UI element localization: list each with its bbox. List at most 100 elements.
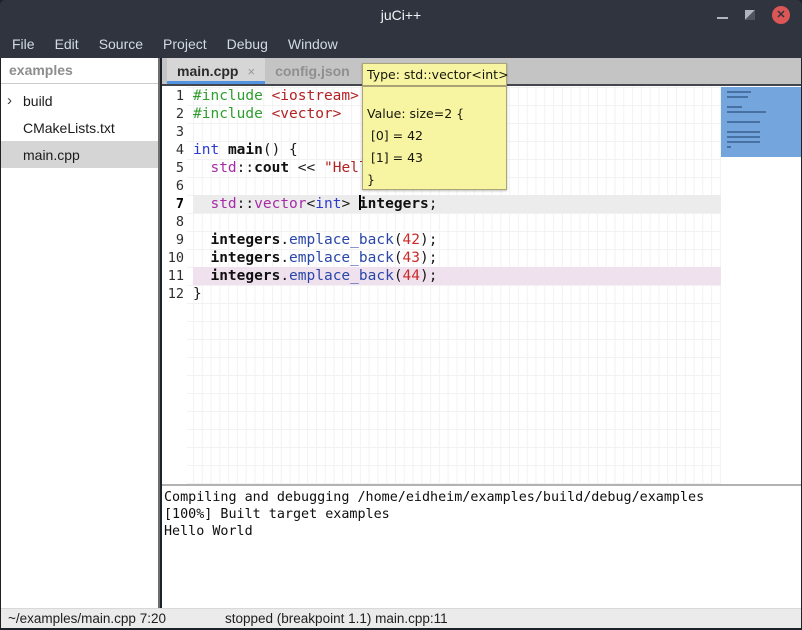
code-token: ( [394, 232, 403, 248]
tree-item-cmakelists-txt[interactable]: CMakeLists.txt [1, 114, 158, 141]
chevron-right-icon[interactable]: › [7, 87, 23, 114]
code-token: int [315, 196, 341, 212]
line-number: 7 [162, 195, 184, 213]
minimap-code-line [727, 141, 760, 143]
code-token: ); [420, 232, 437, 248]
line-number-gutter: 123456789101112 [162, 87, 187, 303]
minimap-code-line [727, 131, 760, 133]
code-token: 42 [403, 232, 420, 248]
tooltip-value-line: [0] = 42 [367, 125, 502, 147]
code-token: > [341, 196, 358, 212]
tab-label: main.cpp [177, 63, 238, 79]
minimap-code-line [727, 106, 742, 108]
line-number: 10 [162, 249, 184, 267]
code-token: emplace_back [289, 232, 394, 248]
code-token: <iostream> [272, 88, 359, 104]
tooltip-value-line: [1] = 43 [367, 147, 502, 169]
code-token [193, 232, 210, 248]
minimap-code-line [727, 121, 760, 123]
tab-config-json[interactable]: config.json [265, 58, 360, 84]
code-token: :: [237, 160, 254, 176]
code-token: std [210, 196, 236, 212]
terminal-line: Hello World [164, 523, 801, 540]
sidebar: examples ›buildCMakeLists.txtmain.cpp [1, 58, 160, 608]
code-token: :: [237, 196, 254, 212]
code-token: main [228, 142, 263, 158]
app-window: juCi++ ✕ FileEditSourceProjectDebugWindo… [0, 0, 802, 630]
code-token: <vector> [272, 106, 342, 122]
debug-tooltip-value: Value: size=2 { [0] = 42 [1] = 43} [362, 86, 507, 190]
code-token: emplace_back [289, 268, 394, 284]
menu-item-edit[interactable]: Edit [45, 30, 89, 58]
tab-close-icon[interactable]: × [247, 64, 255, 79]
code-token: < [307, 196, 316, 212]
code-token: std [210, 160, 236, 176]
minimap-code-line [727, 136, 760, 138]
line-number: 4 [162, 141, 184, 159]
menu-item-source[interactable]: Source [89, 30, 153, 58]
code-token [193, 160, 210, 176]
line-number: 11 [162, 267, 184, 285]
menu-item-debug[interactable]: Debug [217, 30, 278, 58]
menu-item-file[interactable]: File [2, 30, 45, 58]
tab-label: config.json [275, 63, 350, 79]
status-file-position: ~/examples/main.cpp 7:20 [8, 609, 166, 628]
minimap-code-line [727, 96, 748, 98]
minimize-icon[interactable] [717, 17, 728, 19]
menu-bar: FileEditSourceProjectDebugWindow [0, 30, 802, 58]
restore-icon[interactable] [745, 10, 755, 20]
code-token: 43 [403, 250, 420, 266]
menu-item-project[interactable]: Project [153, 30, 217, 58]
tooltip-value-line: } [367, 169, 502, 191]
close-icon[interactable]: ✕ [772, 6, 790, 24]
terminal-output[interactable]: Compiling and debugging /home/eidheim/ex… [162, 486, 801, 608]
line-number: 6 [162, 177, 184, 195]
line-number: 5 [162, 159, 184, 177]
code-token [193, 196, 210, 212]
minimap-code-line [727, 146, 731, 148]
code-token: integers [210, 250, 280, 266]
minimap-code-line [727, 111, 766, 113]
window-controls: ✕ [717, 0, 790, 30]
code-token: ( [394, 268, 403, 284]
tree-item-label: build [23, 93, 53, 109]
code-line-10: integers.emplace_back(43); [193, 249, 721, 267]
menu-item-window[interactable]: Window [278, 30, 348, 58]
window-title: juCi++ [0, 0, 802, 30]
code-token: 44 [403, 268, 420, 284]
code-token [219, 142, 228, 158]
terminal-line: [100%] Built target examples [164, 506, 801, 523]
tree-item-main-cpp[interactable]: main.cpp [1, 141, 158, 168]
minimap-visible-region[interactable] [721, 87, 801, 157]
status-debug-state: stopped (breakpoint 1.1) main.cpp:11 [225, 609, 448, 628]
code-token: . [280, 268, 289, 284]
terminal-line: Compiling and debugging /home/eidheim/ex… [164, 489, 801, 506]
code-token: ); [420, 250, 437, 266]
code-line-12: } [193, 285, 721, 303]
tree-item-build[interactable]: ›build [1, 87, 158, 114]
code-token: integers [359, 196, 429, 212]
file-tree: ›buildCMakeLists.txtmain.cpp [1, 84, 158, 168]
tooltip-value-line: Value: size=2 { [367, 103, 502, 125]
code-token: #include [193, 88, 263, 104]
code-token: ( [394, 250, 403, 266]
code-line-7: std::vector<int> integers; [193, 195, 721, 213]
title-bar: juCi++ ✕ [0, 0, 802, 30]
code-token: . [280, 250, 289, 266]
line-number: 9 [162, 231, 184, 249]
line-number: 12 [162, 285, 184, 303]
debug-tooltip-type: Type: std::vector<int> [362, 63, 507, 86]
code-line-8 [193, 213, 721, 231]
code-token [263, 88, 272, 104]
code-token [193, 268, 210, 284]
tab-main-cpp[interactable]: main.cpp × [167, 58, 265, 84]
code-token: emplace_back [289, 250, 394, 266]
code-token: . [280, 232, 289, 248]
line-number: 1 [162, 87, 184, 105]
code-token: () { [263, 142, 298, 158]
code-token: ; [429, 196, 438, 212]
overview-minimap[interactable] [721, 86, 801, 484]
code-token: int [193, 142, 219, 158]
code-line-11: integers.emplace_back(44); [193, 267, 721, 285]
line-number: 3 [162, 123, 184, 141]
